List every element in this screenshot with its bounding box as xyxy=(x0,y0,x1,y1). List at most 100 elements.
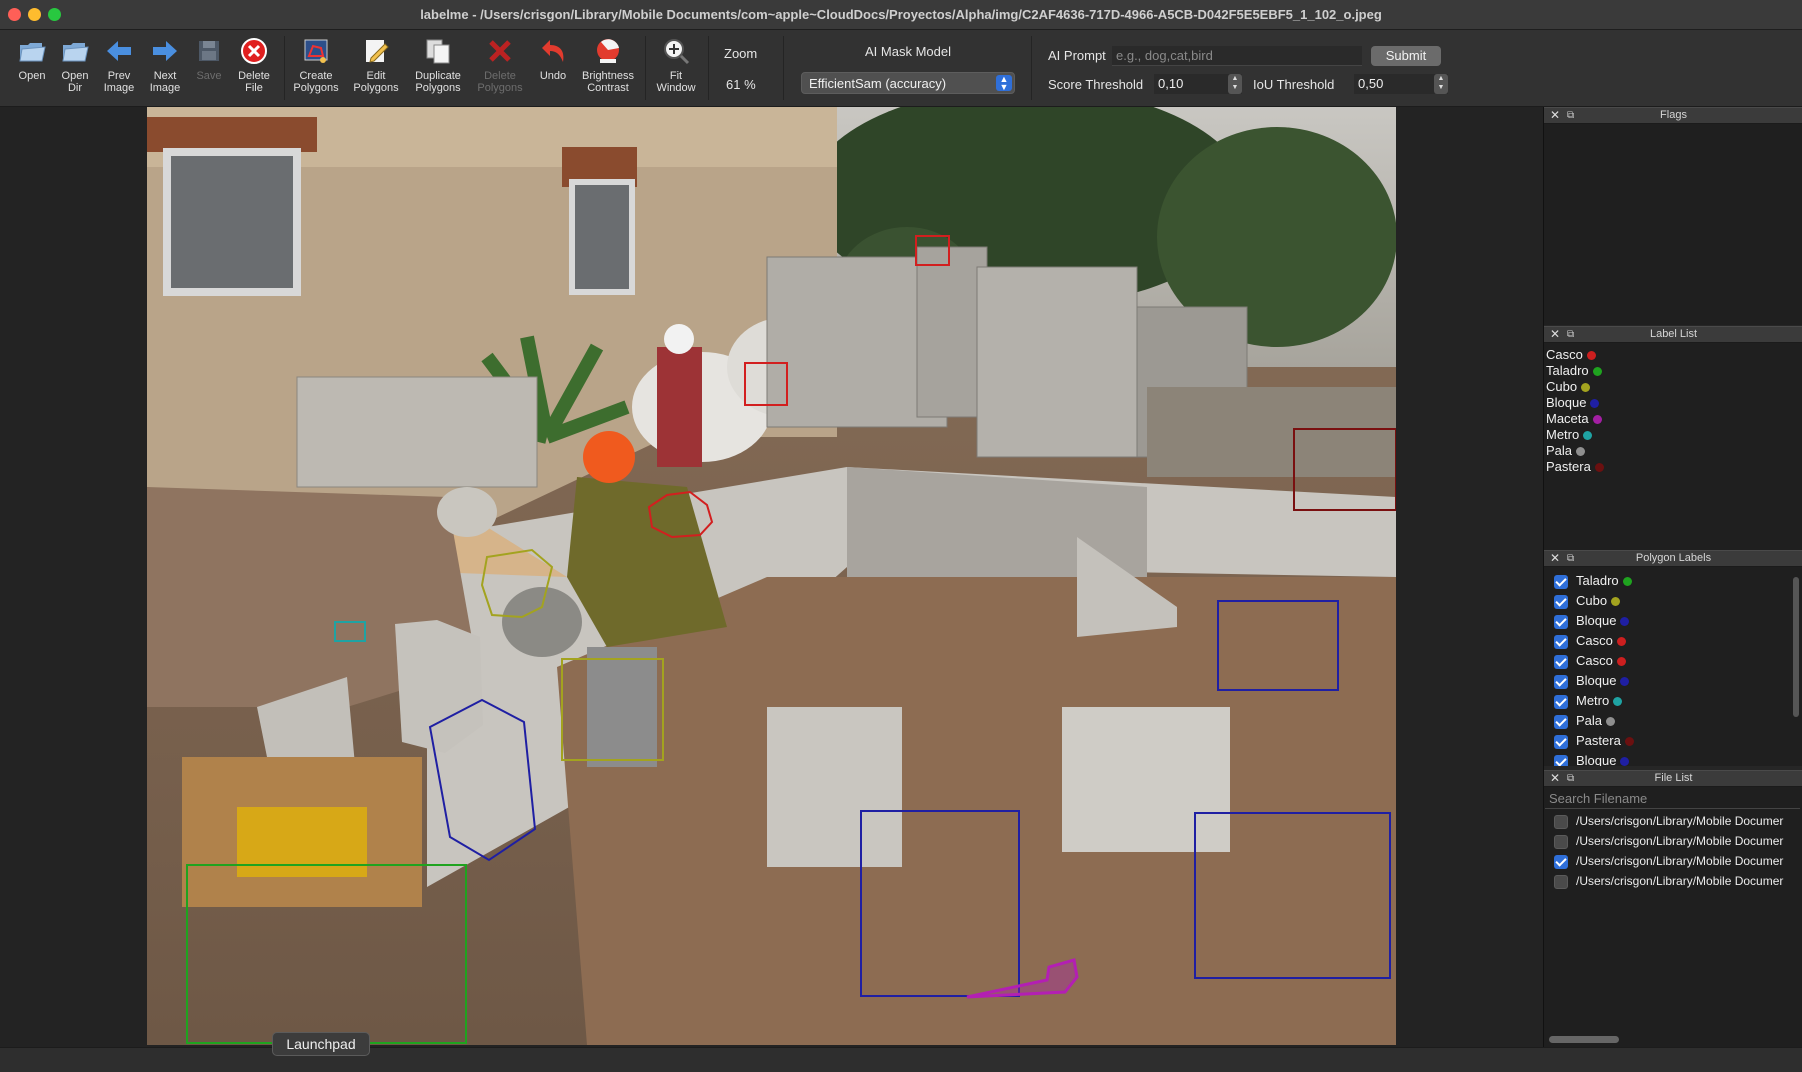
float-icon[interactable]: ⧉ xyxy=(1567,108,1574,123)
annotation-bloque[interactable] xyxy=(428,698,537,862)
annotation-bloque[interactable] xyxy=(860,810,1020,997)
ai-prompt-input[interactable] xyxy=(1112,46,1362,66)
checkbox[interactable] xyxy=(1554,814,1568,829)
spin-arrows-icon[interactable]: ▲ ▼ xyxy=(1228,74,1242,94)
annotation-bloque[interactable] xyxy=(1194,812,1391,979)
polygon-label-item[interactable]: Taladro xyxy=(1544,571,1802,591)
score-threshold-spinbox[interactable]: 0,10 ▲ ▼ xyxy=(1154,74,1242,94)
image-canvas[interactable] xyxy=(0,107,1543,1047)
checkbox[interactable] xyxy=(1554,654,1568,669)
checkbox[interactable] xyxy=(1554,874,1568,889)
ai-mask-model-value: EfficientSam (accuracy) xyxy=(809,76,947,91)
polygon-labels-list: Taladro Cubo Bloque Casco Casco Bloque M… xyxy=(1544,567,1802,766)
float-icon[interactable]: ⧉ xyxy=(1567,551,1574,566)
close-icon[interactable]: ✕ xyxy=(1550,108,1560,123)
label-list-item[interactable]: Taladro xyxy=(1544,363,1802,379)
file-list-item[interactable]: /Users/crisgon/Library/Mobile Documer xyxy=(1544,851,1802,871)
brightness-contrast-button[interactable]: Brightness Contrast xyxy=(578,34,638,104)
folder-open-icon xyxy=(19,43,46,62)
polygon-label-item[interactable]: Bloque xyxy=(1544,671,1802,691)
edit-polygons-button[interactable]: Edit Polygons xyxy=(350,34,402,104)
checkbox[interactable] xyxy=(1554,694,1568,709)
spin-arrows-icon[interactable]: ▲ ▼ xyxy=(1434,74,1448,94)
iou-threshold-value: 0,50 xyxy=(1358,76,1384,91)
checkbox[interactable] xyxy=(1554,754,1568,766)
score-threshold-value: 0,10 xyxy=(1158,76,1184,91)
polygon-label-item[interactable]: Pala xyxy=(1544,711,1802,731)
submit-button[interactable]: Submit xyxy=(1371,46,1441,66)
annotation-maceta[interactable] xyxy=(966,958,1079,999)
checkbox[interactable] xyxy=(1554,614,1568,629)
annotation-pastera[interactable] xyxy=(1293,428,1396,511)
checkbox[interactable] xyxy=(1554,634,1568,649)
annotation-bloque[interactable] xyxy=(1217,600,1339,691)
polygon-label-item[interactable]: Bloque xyxy=(1544,611,1802,631)
copy-icon xyxy=(426,39,450,64)
iou-threshold-spinbox[interactable]: 0,50 ▲ ▼ xyxy=(1354,74,1448,94)
annotation-metro[interactable] xyxy=(334,621,366,642)
brightness-contrast-icon xyxy=(597,39,619,63)
annotation-cubo[interactable] xyxy=(561,658,664,761)
scrollbar[interactable] xyxy=(1793,577,1799,717)
float-icon[interactable]: ⧉ xyxy=(1567,771,1574,786)
checkbox[interactable] xyxy=(1554,674,1568,689)
next-image-button[interactable]: Next Image xyxy=(144,34,186,104)
label-list-item[interactable]: Bloque xyxy=(1544,395,1802,411)
create-polygons-button[interactable]: Create Polygons xyxy=(290,34,342,104)
close-icon[interactable]: ✕ xyxy=(1550,551,1560,566)
zoom-value[interactable]: 61 % xyxy=(726,77,756,92)
checkbox[interactable] xyxy=(1554,834,1568,849)
checkbox[interactable] xyxy=(1554,734,1568,749)
horizontal-scrollbar[interactable] xyxy=(1549,1036,1619,1043)
duplicate-label-1: Duplicate xyxy=(415,70,461,82)
annotation-cubo[interactable] xyxy=(480,548,554,619)
close-icon[interactable]: ✕ xyxy=(1550,327,1560,342)
checkbox[interactable] xyxy=(1554,854,1568,869)
polygon-label-item[interactable]: Pastera xyxy=(1544,731,1802,751)
polygon-label-item[interactable]: Casco xyxy=(1544,651,1802,671)
close-icon[interactable]: ✕ xyxy=(1550,771,1560,786)
checkbox[interactable] xyxy=(1554,714,1568,729)
label-list-item[interactable]: Pala xyxy=(1544,443,1802,459)
label-list-item[interactable]: Cubo xyxy=(1544,379,1802,395)
toolbar-separator xyxy=(708,36,709,100)
flags-panel-header: ✕ ⧉ Flags xyxy=(1544,107,1802,124)
open-button[interactable]: Open xyxy=(12,34,52,104)
file-list-item[interactable]: /Users/crisgon/Library/Mobile Documer xyxy=(1544,831,1802,851)
ai-prompt-label: AI Prompt xyxy=(1048,48,1106,63)
label-list-item[interactable]: Maceta xyxy=(1544,411,1802,427)
label-list-item[interactable]: Metro xyxy=(1544,427,1802,443)
checkbox[interactable] xyxy=(1554,594,1568,609)
color-dot-icon xyxy=(1613,697,1623,707)
undo-button[interactable]: Undo xyxy=(534,34,572,104)
annotation-taladro[interactable] xyxy=(186,864,467,1044)
ai-mask-model-select[interactable]: EfficientSam (accuracy) ▲ ▼ xyxy=(801,72,1015,94)
label-list-item[interactable]: Pastera xyxy=(1544,459,1802,475)
fit-window-icon xyxy=(664,39,690,65)
label-list-item[interactable]: Casco xyxy=(1544,347,1802,363)
annotation-casco[interactable] xyxy=(647,490,714,539)
polygon-label-item[interactable]: Cubo xyxy=(1544,591,1802,611)
fit-window-button[interactable]: Fit Window xyxy=(652,34,700,104)
delete-file-button[interactable]: Delete File xyxy=(232,34,276,104)
prev-image-button[interactable]: Prev Image xyxy=(98,34,140,104)
file-list-item[interactable]: /Users/crisgon/Library/Mobile Documer xyxy=(1544,871,1802,891)
float-icon[interactable]: ⧉ xyxy=(1567,327,1574,342)
next-label-1: Next xyxy=(153,70,177,82)
annotation-casco[interactable] xyxy=(744,362,788,406)
save-button[interactable]: Save xyxy=(190,34,228,104)
duplicate-polygons-button[interactable]: Duplicate Polygons xyxy=(410,34,466,104)
annotation-casco[interactable] xyxy=(915,235,950,266)
polygon-label-item[interactable]: Casco xyxy=(1544,631,1802,651)
delete-file-label-2: File xyxy=(245,82,263,94)
polygon-label-name: Bloque xyxy=(1576,753,1617,766)
file-list-item[interactable]: /Users/crisgon/Library/Mobile Documer xyxy=(1544,811,1802,831)
polygon-label-item[interactable]: Bloque xyxy=(1544,751,1802,766)
polygon-label-item[interactable]: Metro xyxy=(1544,691,1802,711)
construction-site-photo[interactable] xyxy=(147,107,1396,1045)
delete-polygons-button[interactable]: Delete Polygons xyxy=(472,34,528,104)
annotation-overlay[interactable] xyxy=(147,107,1396,1045)
checkbox[interactable] xyxy=(1554,574,1568,589)
search-filename-input[interactable] xyxy=(1545,789,1800,809)
open-dir-button[interactable]: Open Dir xyxy=(54,34,96,104)
